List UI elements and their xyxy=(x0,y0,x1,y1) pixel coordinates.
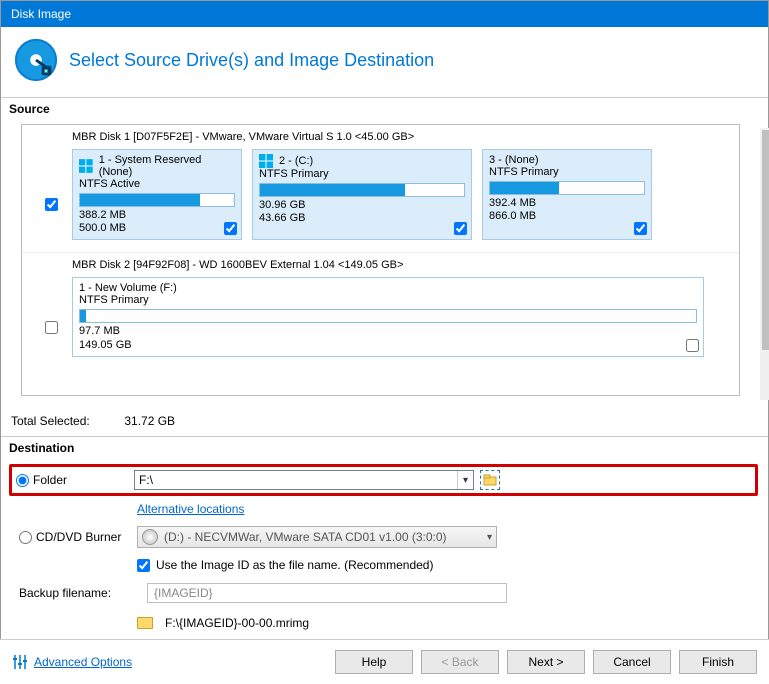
folder-radio[interactable] xyxy=(16,474,29,487)
help-button[interactable]: Help xyxy=(335,650,413,674)
disk-image-icon xyxy=(13,37,59,83)
use-image-id-checkbox[interactable] xyxy=(137,559,150,572)
sliders-icon xyxy=(12,654,28,670)
partition[interactable]: 1 - System Reserved (None) NTFS Active 3… xyxy=(72,149,242,240)
backup-filename-label: Backup filename: xyxy=(19,586,111,600)
browse-icon xyxy=(483,473,497,487)
chevron-down-icon: ▾ xyxy=(487,532,492,543)
partition-name: 1 - System Reserved (None) xyxy=(99,154,235,178)
partition-checkbox[interactable] xyxy=(686,339,699,352)
partition-fs: NTFS Primary xyxy=(489,166,645,178)
usage-bar xyxy=(489,181,645,195)
total-selected-label: Total Selected: xyxy=(11,414,121,428)
result-path: F:\{IMAGEID}-00-00.mrimg xyxy=(165,616,309,630)
disk-checkbox[interactable] xyxy=(45,198,58,211)
destination-section-label: Destination xyxy=(1,437,768,459)
browse-folder-button[interactable] xyxy=(480,470,500,490)
usage-bar xyxy=(259,183,465,197)
advanced-options-link[interactable]: Advanced Options xyxy=(34,655,132,669)
usage-bar xyxy=(79,193,235,207)
total-selected-row: Total Selected: 31.72 GB xyxy=(1,400,768,436)
partition-total: 43.66 GB xyxy=(259,212,465,225)
window-titlebar: Disk Image xyxy=(1,1,768,27)
partition-used: 30.96 GB xyxy=(259,199,465,212)
finish-button[interactable]: Finish xyxy=(679,650,757,674)
partition-checkbox[interactable] xyxy=(224,222,237,235)
partition-used: 392.4 MB xyxy=(489,197,645,210)
backup-filename-input[interactable] xyxy=(147,583,507,603)
next-button[interactable]: Next > xyxy=(507,650,585,674)
partition-fs: NTFS Primary xyxy=(79,294,697,306)
source-scrollbar[interactable] xyxy=(760,128,769,400)
partition-fs: NTFS Primary xyxy=(259,168,465,180)
partition-fs: NTFS Active xyxy=(79,178,235,190)
page-title: Select Source Drive(s) and Image Destina… xyxy=(69,50,434,71)
alternative-locations-link[interactable]: Alternative locations xyxy=(137,502,244,516)
wizard-header: Select Source Drive(s) and Image Destina… xyxy=(1,27,768,97)
partition-total: 866.0 MB xyxy=(489,210,645,223)
back-button[interactable]: < Back xyxy=(421,650,499,674)
wizard-footer: Advanced Options Help < Back Next > Canc… xyxy=(0,639,769,684)
usage-bar xyxy=(79,309,697,323)
disk-checkbox[interactable] xyxy=(45,321,58,334)
folder-icon xyxy=(137,617,153,629)
source-list: MBR Disk 1 [D07F5F2E] - VMware, VMware V… xyxy=(21,124,740,396)
partition-name: 3 - (None) xyxy=(489,154,539,166)
partition-used: 388.2 MB xyxy=(79,209,235,222)
windows-icon xyxy=(259,154,273,168)
partition-checkbox[interactable] xyxy=(634,222,647,235)
partition-total: 149.05 GB xyxy=(79,339,697,352)
folder-path-input[interactable] xyxy=(135,473,457,487)
partition-total: 500.0 MB xyxy=(79,222,235,235)
disk-block: MBR Disk 1 [D07F5F2E] - VMware, VMware V… xyxy=(22,125,739,250)
burner-combo[interactable]: (D:) - NECVMWar, VMware SATA CD01 v1.00 … xyxy=(137,526,497,548)
disk-block: MBR Disk 2 [94F92F08] - WD 1600BEV Exter… xyxy=(22,252,739,366)
partition-name: 2 - (C:) xyxy=(279,155,313,167)
windows-icon xyxy=(79,159,93,173)
partition[interactable]: 1 - New Volume (F:) NTFS Primary 97.7 MB… xyxy=(72,277,704,356)
total-selected-value: 31.72 GB xyxy=(124,414,175,428)
partition[interactable]: 3 - (None) NTFS Primary 392.4 MB 866.0 M… xyxy=(482,149,652,240)
disk-title: MBR Disk 2 [94F92F08] - WD 1600BEV Exter… xyxy=(54,259,403,271)
window-title: Disk Image xyxy=(11,7,71,21)
source-section-label: Source xyxy=(1,98,768,120)
partition-used: 97.7 MB xyxy=(79,325,697,338)
partition-name: 1 - New Volume (F:) xyxy=(79,282,177,294)
partition[interactable]: 2 - (C:) NTFS Primary 30.96 GB 43.66 GB xyxy=(252,149,472,240)
use-image-id-label: Use the Image ID as the file name. (Reco… xyxy=(156,558,433,572)
cancel-button[interactable]: Cancel xyxy=(593,650,671,674)
burner-value: (D:) - NECVMWar, VMware SATA CD01 v1.00 … xyxy=(164,530,487,544)
disk-title: MBR Disk 1 [D07F5F2E] - VMware, VMware V… xyxy=(54,131,414,143)
chevron-down-icon[interactable]: ▾ xyxy=(457,471,473,489)
folder-label: Folder xyxy=(33,473,67,487)
disc-icon xyxy=(142,529,158,545)
partition-checkbox[interactable] xyxy=(454,222,467,235)
burner-radio[interactable] xyxy=(19,531,32,544)
burner-label: CD/DVD Burner xyxy=(36,530,121,544)
folder-path-combo[interactable]: ▾ xyxy=(134,470,474,490)
